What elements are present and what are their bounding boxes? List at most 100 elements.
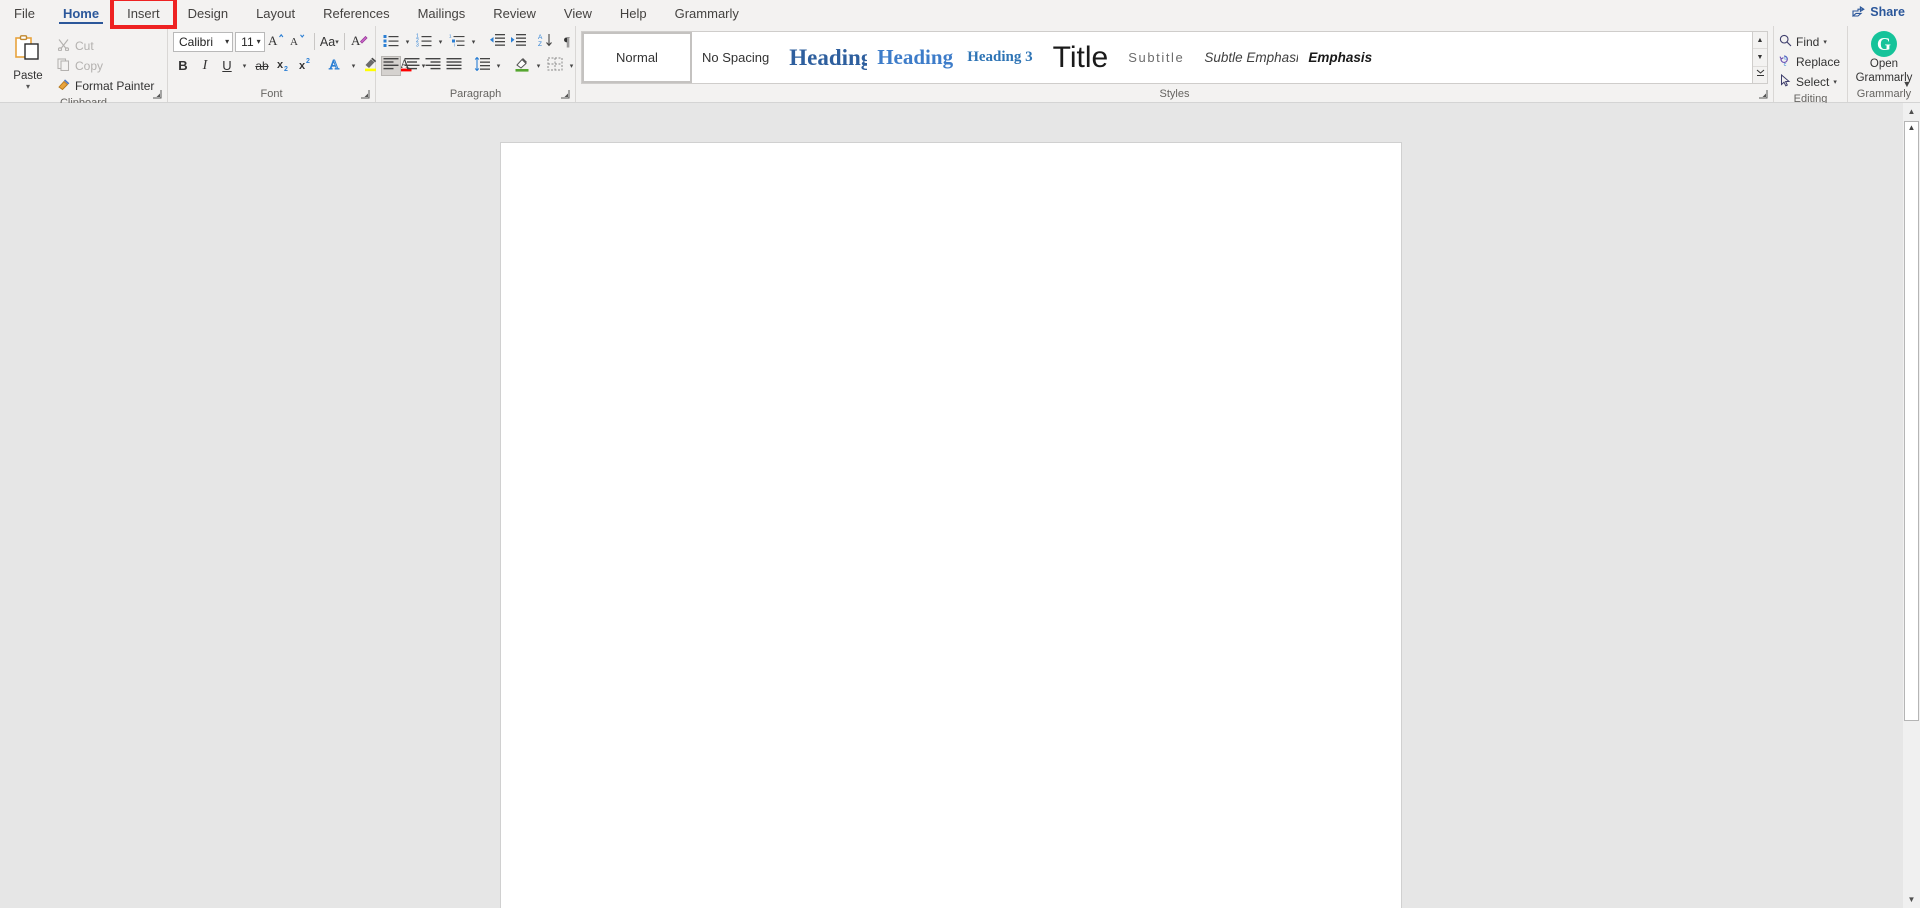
superscript-button[interactable]: x2 — [296, 56, 316, 76]
show-marks-button[interactable]: ¶ — [557, 32, 577, 52]
text-effects-dropdown[interactable]: ▾ — [348, 56, 359, 76]
underline-button[interactable]: U — [217, 56, 237, 76]
tab-view[interactable]: View — [550, 0, 606, 26]
line-spacing-button[interactable] — [472, 56, 492, 76]
clipboard-dialog-launcher[interactable] — [152, 89, 164, 101]
vertical-scrollbar[interactable]: ▲ ▲ ▼ — [1903, 103, 1920, 908]
chevron-down-icon[interactable]: ▾ — [26, 83, 30, 91]
font-group-body: Calibri ▾ 11 ▾ A A Aa ▾ A B I U ▾ ab x 2… — [173, 28, 425, 86]
cut-button[interactable]: Cut — [53, 36, 158, 55]
grow-font-button[interactable]: A — [267, 32, 287, 52]
style-emphasis[interactable]: Emphasis — [1298, 32, 1383, 83]
bold-button[interactable]: B — [173, 56, 193, 76]
word-application-window: File Home Insert Design Layout Reference… — [0, 0, 1920, 908]
numbering-button[interactable]: 123 — [414, 32, 434, 52]
decrease-indent-button[interactable] — [487, 32, 507, 52]
styles-scroll-up-button[interactable]: ▲ — [1753, 32, 1767, 50]
text-effects-button[interactable]: A — [326, 56, 346, 76]
tab-home[interactable]: Home — [49, 0, 113, 26]
collapse-ribbon-button[interactable]: ▼ — [1898, 76, 1916, 92]
chevron-down-icon[interactable]: ▾ — [335, 38, 339, 46]
find-button[interactable]: Find ▾ — [1779, 33, 1840, 51]
font-dialog-launcher[interactable] — [360, 89, 372, 101]
copy-button[interactable]: Copy — [53, 56, 158, 75]
multilevel-list-icon: 1i — [449, 33, 465, 50]
scissors-icon — [57, 38, 70, 54]
format-painter-button[interactable]: Format Painter — [53, 76, 158, 95]
styles-gallery[interactable]: Normal No Spacing Heading 1 Heading 2 He… — [581, 31, 1753, 84]
styles-scroll-down-button[interactable]: ▼ — [1753, 49, 1767, 67]
decrease-indent-icon — [489, 33, 505, 50]
numbering-dropdown[interactable]: ▾ — [435, 32, 446, 52]
select-button[interactable]: Select ▾ — [1779, 73, 1840, 91]
style-subtle-emphasis[interactable]: Subtle Emphasis — [1194, 32, 1299, 83]
tab-design[interactable]: Design — [174, 0, 242, 26]
shading-dropdown[interactable]: ▾ — [533, 56, 544, 76]
chevron-down-icon[interactable]: ▾ — [1823, 38, 1827, 46]
tab-insert[interactable]: Insert — [110, 0, 177, 29]
multilevel-list-button[interactable]: 1i — [447, 32, 467, 52]
shading-button[interactable] — [512, 56, 532, 76]
share-button[interactable]: Share — [1845, 2, 1912, 22]
strikethrough-button[interactable]: ab — [252, 56, 272, 76]
underline-dropdown[interactable]: ▾ — [239, 56, 250, 76]
scroll-thumb-icon: ▲ — [1907, 122, 1916, 132]
shrink-font-icon: A — [290, 32, 307, 51]
styles-more-button[interactable] — [1753, 67, 1767, 83]
tab-file[interactable]: File — [0, 0, 49, 26]
style-title[interactable]: Title — [1042, 32, 1119, 83]
bullets-button[interactable] — [381, 32, 401, 52]
chevron-down-icon: ▾ — [242, 62, 247, 70]
tab-help[interactable]: Help — [606, 0, 661, 26]
tab-references[interactable]: References — [309, 0, 403, 26]
italic-button[interactable]: I — [195, 56, 215, 76]
tab-grammarly[interactable]: Grammarly — [661, 0, 753, 26]
multilevel-list-dropdown[interactable]: ▾ — [468, 32, 479, 52]
styles-dialog-launcher[interactable] — [1758, 89, 1770, 101]
align-center-button[interactable] — [402, 56, 422, 76]
chevron-down-icon[interactable]: ▾ — [257, 37, 261, 46]
font-size-input[interactable]: 11 ▾ — [235, 31, 265, 52]
style-normal-label: Normal — [616, 50, 658, 65]
sort-button[interactable]: AZ — [536, 32, 556, 52]
line-spacing-dropdown[interactable]: ▾ — [493, 56, 504, 76]
style-heading-3[interactable]: Heading 3 — [957, 32, 1043, 83]
bullets-dropdown[interactable]: ▾ — [402, 32, 413, 52]
paragraph-dialog-launcher[interactable] — [560, 89, 572, 101]
align-left-button[interactable] — [381, 55, 401, 76]
styles-group-body: Normal No Spacing Heading 1 Heading 2 He… — [581, 28, 1768, 86]
tab-review[interactable]: Review — [479, 0, 550, 26]
change-case-button[interactable]: Aa ▾ — [319, 32, 339, 52]
subscript-button[interactable]: x2 — [274, 56, 294, 76]
increase-indent-button[interactable] — [508, 32, 528, 52]
share-label: Share — [1870, 5, 1905, 19]
font-name-input[interactable]: Calibri ▾ — [173, 31, 234, 52]
tab-mailings[interactable]: Mailings — [404, 0, 480, 26]
ribbon: Paste ▾ Cut Copy Format Painter Calibri … — [0, 26, 1920, 109]
pilcrow-icon: ¶ — [564, 33, 570, 49]
chevron-down-icon[interactable]: ▾ — [225, 37, 229, 46]
style-heading-1[interactable]: Heading 1 — [779, 32, 868, 83]
scroll-down-button[interactable]: ▼ — [1903, 891, 1920, 908]
style-subtitle[interactable]: Subtitle — [1118, 32, 1195, 83]
justify-button[interactable] — [444, 56, 464, 76]
borders-button[interactable] — [545, 56, 565, 76]
clear-formatting-button[interactable]: A — [350, 32, 370, 52]
style-no-spacing[interactable]: No Spacing — [692, 32, 780, 83]
clipboard-group-body: Paste ▾ Cut Copy Format Painter — [5, 28, 162, 95]
scrollbar-thumb[interactable]: ▲ — [1904, 121, 1919, 721]
document-page[interactable] — [501, 143, 1401, 908]
replace-button[interactable]: bc Replace — [1779, 53, 1840, 71]
style-heading-2[interactable]: Heading 2 — [867, 32, 958, 83]
shrink-font-button[interactable]: A — [289, 32, 309, 52]
paste-button[interactable]: Paste ▾ — [5, 30, 51, 95]
scroll-up-icon: ▲ — [1907, 107, 1916, 116]
tab-layout[interactable]: Layout — [242, 0, 309, 26]
document-canvas[interactable] — [0, 103, 1920, 908]
chevron-down-icon[interactable]: ▾ — [1833, 78, 1837, 86]
scrollbar-track[interactable]: ▲ — [1903, 120, 1920, 891]
style-normal[interactable]: Normal — [582, 32, 692, 83]
align-right-button[interactable] — [423, 56, 443, 76]
scroll-up-button[interactable]: ▲ — [1903, 103, 1920, 120]
style-heading-1-label: Heading 1 — [789, 44, 868, 70]
